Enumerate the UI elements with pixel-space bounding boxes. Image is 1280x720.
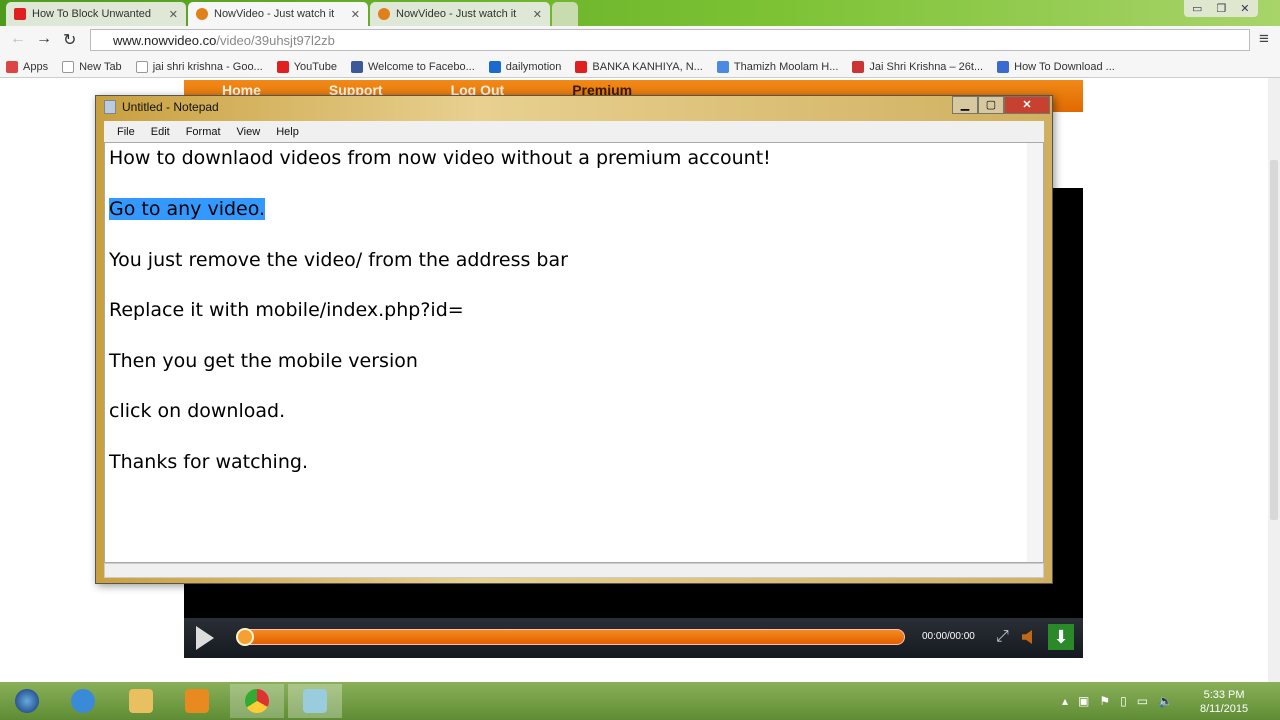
volume-icon[interactable] [1022, 630, 1032, 644]
menu-edit[interactable]: Edit [151, 126, 170, 138]
text-line: How to downlaod videos from now video wi… [109, 147, 771, 169]
window-controls: ▭ ❐ ✕ [1184, 0, 1258, 17]
notepad-text-area[interactable]: How to downlaod videos from now video wi… [104, 142, 1044, 563]
page-icon [62, 60, 75, 73]
bookmark[interactable]: New Tab [62, 60, 122, 73]
nowvideo-icon [196, 8, 208, 20]
site-icon [852, 60, 865, 73]
site-icon [997, 60, 1010, 73]
vertical-scrollbar[interactable] [1027, 143, 1043, 562]
close-icon[interactable]: ✕ [1004, 96, 1050, 114]
fullscreen-icon[interactable]: ⤢ [996, 628, 1009, 646]
bookmarks-bar: Apps New Tab jai shri krishna - Goo... Y… [0, 56, 1280, 78]
youtube-icon [575, 60, 588, 73]
tab-strip: How To Block Unwanted ✕ NowVideo - Just w… [0, 0, 1280, 26]
notepad-menu: File Edit Format View Help [104, 121, 1044, 142]
menu-file[interactable]: File [117, 126, 135, 138]
bookmark[interactable]: Thamizh Moolam H... [716, 60, 838, 73]
app-tray-icon[interactable]: ▣ [1078, 694, 1089, 708]
forward-icon[interactable]: → [36, 30, 52, 48]
taskbar-explorer[interactable] [114, 684, 168, 718]
page-icon [135, 60, 148, 73]
windows-icon [15, 689, 39, 713]
network-icon[interactable]: ▭ [1137, 694, 1148, 708]
chrome-icon [245, 689, 269, 713]
horizontal-scrollbar[interactable] [104, 563, 1044, 578]
battery-icon[interactable]: ▯ [1120, 694, 1127, 708]
bookmark[interactable]: Jai Shri Krishna – 26t... [852, 60, 983, 73]
google-sites-icon [716, 60, 729, 73]
player-controls: 00:00/00:00 ⤢ ⬇ [184, 618, 1083, 658]
bookmark[interactable]: How To Download ... [997, 60, 1115, 73]
volume-icon[interactable]: 🔈 [1158, 694, 1173, 708]
notepad-icon [303, 689, 327, 713]
play-icon[interactable] [196, 626, 214, 650]
text-line: Then you get the mobile version [109, 350, 418, 372]
ie-icon [71, 689, 95, 713]
notepad-window: Untitled - Notepad ▁ ▢ ✕ File Edit Format … [95, 95, 1053, 584]
restore-icon[interactable]: ❐ [1216, 2, 1226, 15]
notepad-icon [104, 100, 116, 114]
system-tray: ▴ ▣ ⚑ ▯ ▭ 🔈 [1062, 694, 1173, 708]
taskbar-media[interactable] [170, 684, 224, 718]
minimize-icon[interactable]: ▭ [1192, 2, 1202, 15]
bookmark[interactable]: YouTube [276, 60, 337, 73]
dailymotion-icon [488, 60, 501, 73]
close-icon[interactable]: ✕ [1240, 2, 1249, 15]
reload-icon[interactable]: ↻ [63, 30, 76, 50]
bookmark[interactable]: jai shri krishna - Goo... [135, 60, 263, 73]
tab-nowvideo[interactable]: NowVideo - Just watch it ✕ [370, 2, 550, 26]
page-scrollbar-thumb[interactable] [1270, 160, 1278, 520]
bookmark[interactable]: dailymotion [488, 60, 561, 73]
show-hidden-icons[interactable]: ▴ [1062, 694, 1068, 708]
start-button[interactable] [0, 684, 54, 718]
text-line-selected: Go to any video. [109, 198, 266, 220]
nowvideo-icon [378, 8, 390, 20]
bookmark[interactable]: Welcome to Facebo... [350, 60, 475, 73]
seek-handle[interactable] [236, 628, 254, 646]
bookmark[interactable]: BANKA KANHIYA, N... [575, 60, 703, 73]
taskbar-notepad[interactable] [288, 684, 342, 718]
text-line: Thanks for watching. [109, 451, 308, 473]
close-tab-icon[interactable]: ✕ [169, 8, 178, 21]
menu-view[interactable]: View [237, 126, 261, 138]
back-icon[interactable]: ← [10, 30, 26, 48]
seek-bar[interactable] [240, 629, 905, 645]
text-line: Replace it with mobile/index.php?id= [109, 299, 464, 321]
facebook-icon [350, 60, 363, 73]
text-line: You just remove the video/ from the addr… [109, 249, 568, 271]
menu-help[interactable]: Help [276, 126, 299, 138]
close-tab-icon[interactable]: ✕ [351, 8, 360, 21]
youtube-icon [14, 8, 26, 20]
notepad-title: Untitled - Notepad [122, 100, 219, 114]
tab-nowvideo-active[interactable]: NowVideo - Just watch it ✕ [188, 2, 368, 26]
taskbar-chrome[interactable] [230, 684, 284, 718]
media-player-icon [185, 689, 209, 713]
tab-how-to-block[interactable]: How To Block Unwanted ✕ [6, 2, 186, 26]
apps-icon [6, 60, 18, 73]
folder-icon [129, 689, 153, 713]
menu-icon[interactable]: ≡ [1259, 29, 1269, 49]
maximize-icon[interactable]: ▢ [978, 96, 1004, 114]
close-tab-icon[interactable]: ✕ [533, 8, 542, 21]
action-center-icon[interactable]: ⚑ [1099, 694, 1110, 708]
time-display: 00:00/00:00 [922, 631, 975, 642]
bookmark-apps[interactable]: Apps [6, 60, 48, 73]
taskbar-ie[interactable] [56, 684, 110, 718]
text-line: click on download. [109, 400, 286, 422]
new-tab-button[interactable] [552, 2, 578, 26]
youtube-icon [276, 60, 289, 73]
minimize-icon[interactable]: ▁ [952, 96, 978, 114]
clock[interactable]: 5:33 PM 8/11/2015 [1200, 688, 1248, 716]
address-bar[interactable]: www.nowvideo.co/video/39uhsjt97l2zb [90, 29, 1250, 51]
download-icon[interactable]: ⬇ [1048, 624, 1074, 650]
menu-format[interactable]: Format [186, 126, 221, 138]
